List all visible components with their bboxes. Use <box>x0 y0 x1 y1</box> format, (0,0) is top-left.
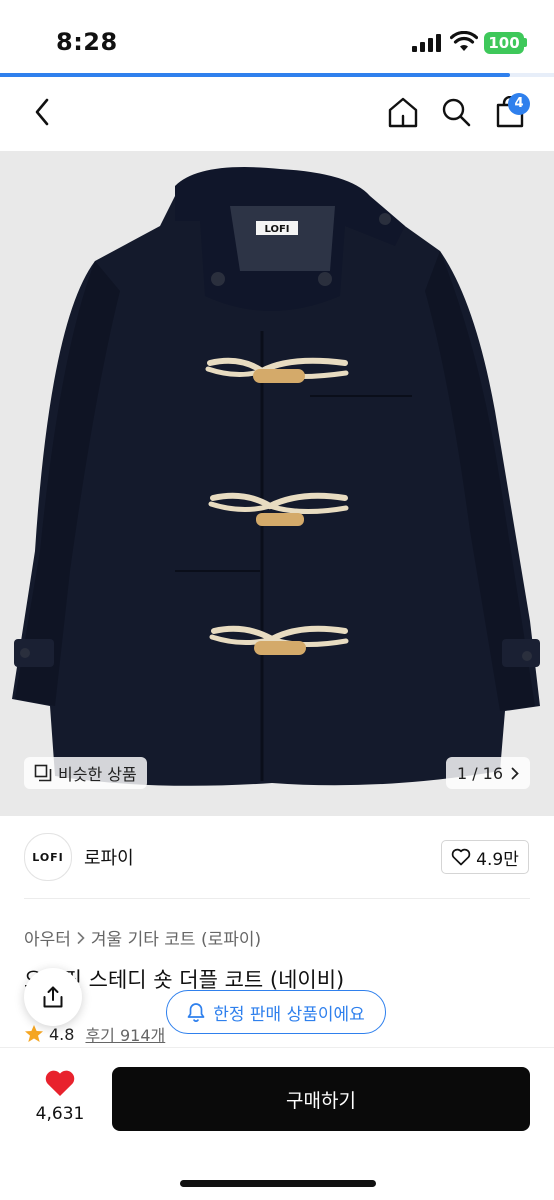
search-icon <box>442 98 471 127</box>
brand-name[interactable]: 로파이 <box>84 844 134 870</box>
copy-icon <box>34 764 52 782</box>
star-icon <box>25 1025 43 1042</box>
battery-icon: 100 <box>484 32 524 54</box>
share-button[interactable] <box>24 968 82 1026</box>
bell-icon <box>187 1003 205 1022</box>
wifi-icon <box>450 31 478 51</box>
back-button[interactable] <box>24 94 60 130</box>
image-pager[interactable]: 1 / 16 <box>446 757 530 789</box>
product-image[interactable]: LOFI <box>0 151 554 816</box>
home-icon <box>388 97 418 128</box>
duffle-coat-image: LOFI <box>12 167 540 786</box>
rating-row: 4.8 후기 914개 <box>24 1022 165 1046</box>
buy-button[interactable]: 구매하기 <box>112 1067 530 1131</box>
pager-text: 1 / 16 <box>456 763 504 783</box>
brand-like-button[interactable]: 4.9만 <box>441 840 529 874</box>
chevron-left-icon <box>35 98 49 126</box>
limited-sale-notice[interactable]: 한정 판매 상품이에요 <box>166 990 386 1034</box>
home-button[interactable] <box>385 94 421 130</box>
coat-label-text: LOFI <box>264 224 289 235</box>
heart-filled-icon <box>45 1070 75 1096</box>
share-icon <box>43 986 63 1008</box>
limited-sale-text: 한정 판매 상품이에요 <box>213 1004 365 1025</box>
breadcrumb-category[interactable]: 겨울 기타 코트 (로파이) <box>91 925 261 950</box>
breadcrumb-root[interactable]: 아우터 <box>24 925 71 950</box>
divider <box>24 898 530 899</box>
battery-tip <box>524 38 527 47</box>
breadcrumb: 아우터 겨울 기타 코트 (로파이) <box>24 925 261 950</box>
review-count-link[interactable]: 후기 914개 <box>85 1022 165 1046</box>
brand-logo[interactable]: LOFI <box>24 833 72 881</box>
cart-count-badge: 4 <box>508 93 530 115</box>
chevron-right-icon <box>77 931 85 944</box>
rating-value: 4.8 <box>49 1024 75 1044</box>
wishlist-count: 4,631 <box>35 1104 85 1124</box>
status-time: 8:28 <box>56 28 118 56</box>
wishlist-button[interactable] <box>30 1068 90 1102</box>
search-button[interactable] <box>438 94 474 130</box>
chevron-right-icon <box>511 767 519 779</box>
brand-like-count: 4.9만 <box>476 849 519 870</box>
similar-products-label: 비슷한 상품 <box>58 765 137 784</box>
cellular-signal-icon <box>412 34 441 52</box>
heart-outline-icon <box>451 848 471 866</box>
similar-products-button[interactable]: 비슷한 상품 <box>24 757 147 789</box>
home-indicator <box>180 1180 376 1187</box>
